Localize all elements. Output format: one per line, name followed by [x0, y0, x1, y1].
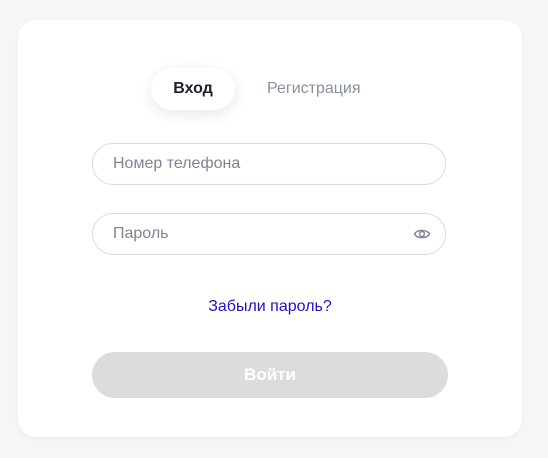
- auth-tabs: Вход Регистрация: [151, 68, 361, 110]
- login-card: Вход Регистрация Забыли пароль? Войти: [18, 20, 522, 437]
- phone-field[interactable]: [92, 143, 446, 185]
- tab-register[interactable]: Регистрация: [235, 68, 361, 110]
- tab-login[interactable]: Вход: [151, 68, 235, 110]
- password-field[interactable]: [92, 213, 446, 255]
- password-input[interactable]: [93, 214, 403, 254]
- forgot-password-link[interactable]: Забыли пароль?: [18, 298, 522, 316]
- login-button[interactable]: Войти: [92, 352, 448, 398]
- eye-icon[interactable]: [413, 226, 431, 242]
- phone-input[interactable]: [93, 144, 403, 184]
